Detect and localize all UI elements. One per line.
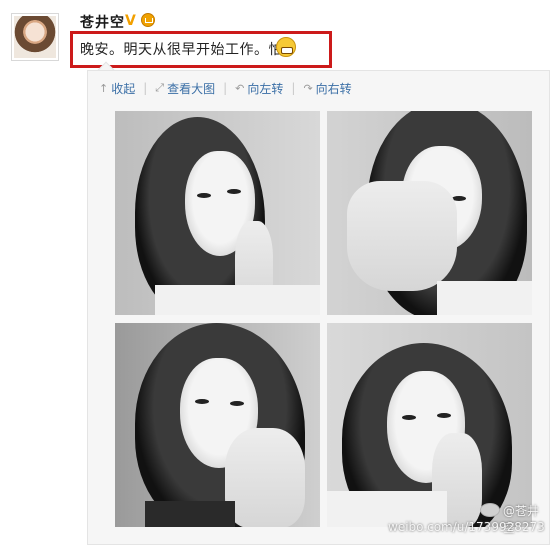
rotate-right-icon: ↷: [303, 81, 313, 95]
collapse-icon: ↑: [99, 81, 109, 95]
rotate-left-label: 向左转: [247, 81, 284, 96]
photo-4[interactable]: [327, 323, 532, 527]
divider: |: [223, 81, 228, 95]
post-text: 晚安。明天从很早开始工作。怕: [80, 42, 283, 58]
author-name[interactable]: 苍井空: [80, 12, 125, 32]
divider: |: [291, 81, 296, 95]
member-crown-icon: [141, 13, 155, 27]
view-large-button[interactable]: ⤢ 查看大图: [155, 80, 215, 97]
rotate-right-button[interactable]: ↷ 向右转: [303, 80, 351, 97]
collapse-label: 收起: [111, 81, 136, 96]
photo-2[interactable]: [327, 111, 532, 315]
verified-icon: V: [125, 13, 136, 29]
view-large-icon: ⤢: [155, 81, 165, 94]
rotate-left-button[interactable]: ↶ 向左转: [235, 80, 283, 97]
scared-emoji-icon: [276, 37, 296, 57]
weibo-logo-icon: [480, 503, 500, 517]
rotate-left-icon: ↶: [235, 81, 245, 95]
divider: |: [143, 81, 148, 95]
rotate-right-label: 向右转: [315, 81, 352, 96]
collapse-button[interactable]: ↑ 收起: [99, 80, 135, 97]
media-toolbar: ↑ 收起 | ⤢ 查看大图 | ↶ 向左转 | ↷ 向右转: [99, 79, 352, 97]
photo-3[interactable]: [115, 323, 320, 527]
photo-1[interactable]: [115, 111, 320, 315]
avatar[interactable]: [11, 13, 59, 61]
view-large-label: 查看大图: [167, 81, 216, 96]
watermark-url: weibo.com/u/1739928273: [388, 520, 545, 534]
